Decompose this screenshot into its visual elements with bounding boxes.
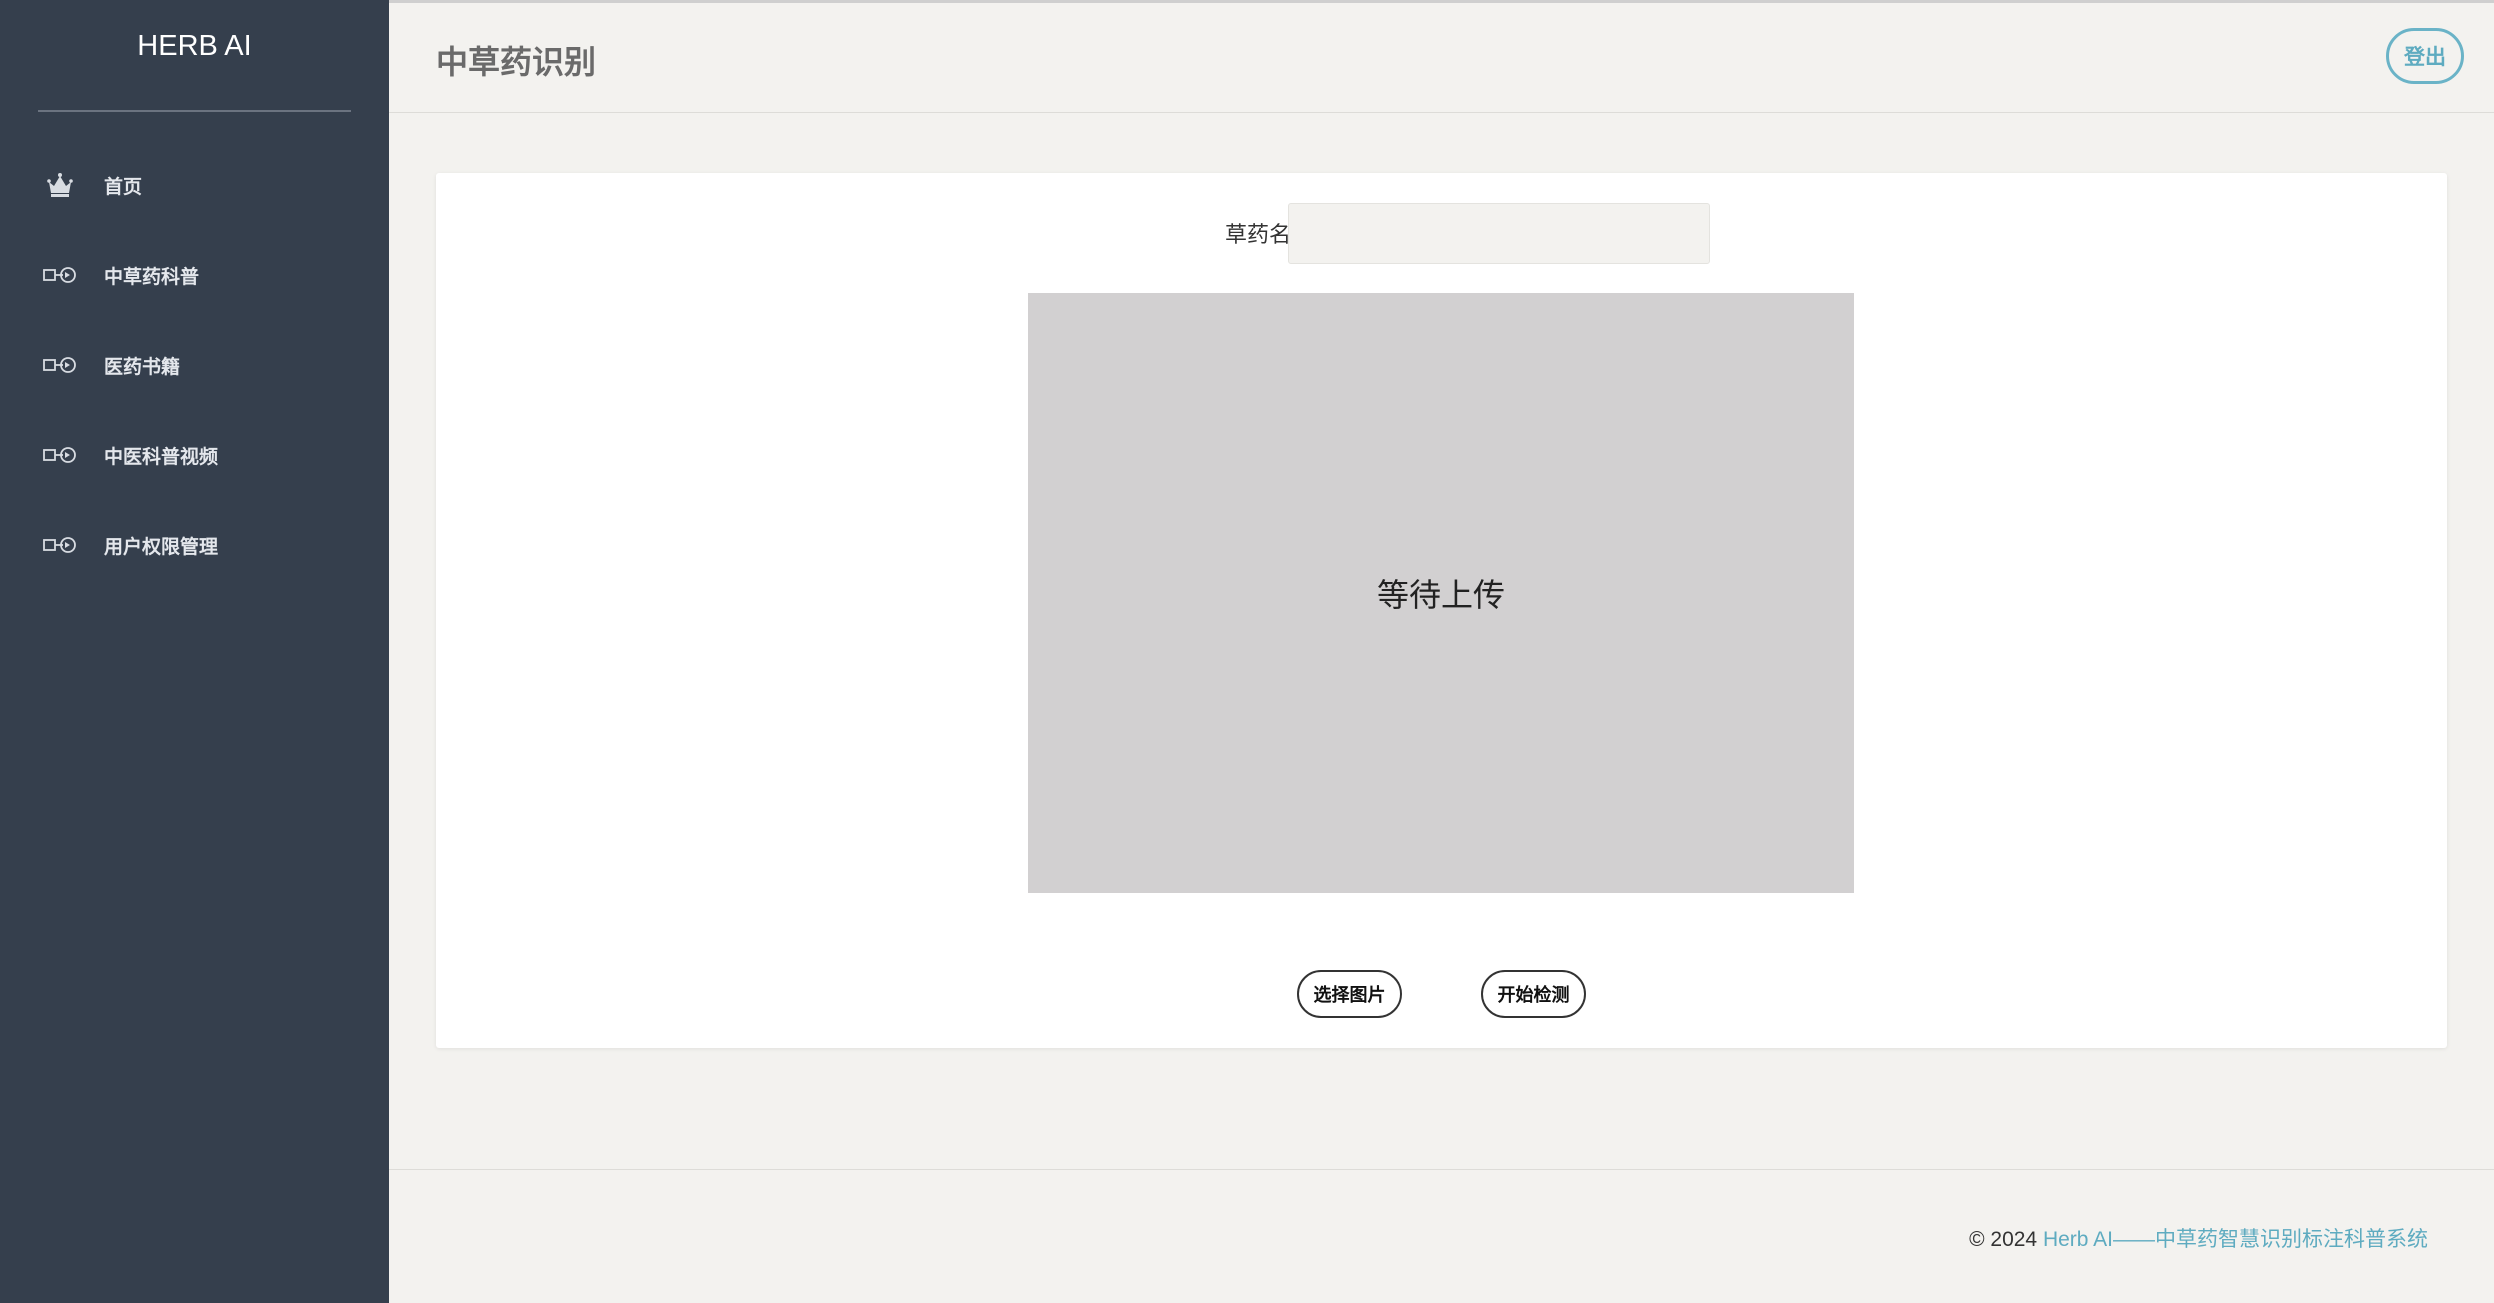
brand-divider: [38, 110, 351, 112]
sidebar-item-label: 首页: [104, 175, 143, 198]
start-detect-button[interactable]: 开始检测: [1481, 970, 1586, 1018]
image-upload-area[interactable]: 等待上传: [1028, 293, 1854, 893]
sidebar-item-label: 中医科普视频: [104, 445, 219, 468]
footer: © 2024 Herb AI——中草药智慧识别标注科普系统: [1969, 1223, 2428, 1253]
sidebar-item-user-permissions[interactable]: 用户权限管理: [0, 500, 389, 590]
footer-divider: [389, 1169, 2494, 1170]
page-title: 中草药识别: [436, 43, 597, 81]
arrow-circle-icon: [42, 440, 78, 470]
top-bar: 中草药识别 登出: [389, 0, 2494, 113]
herb-name-input[interactable]: [1288, 203, 1710, 264]
upload-placeholder-text: 等待上传: [1376, 576, 1505, 614]
sidebar-item-home[interactable]: 首页: [0, 140, 389, 230]
sidebar-item-label: 医药书籍: [104, 355, 181, 378]
recognition-card: 草药名称 等待上传 选择图片 开始检测: [436, 173, 2447, 1048]
arrow-circle-icon: [42, 260, 78, 290]
arrow-circle-icon: [42, 530, 78, 560]
sidebar-item-herb-science[interactable]: 中草药科普: [0, 230, 389, 320]
sidebar-item-tcm-videos[interactable]: 中医科普视频: [0, 410, 389, 500]
logout-button[interactable]: 登出: [2386, 28, 2464, 84]
crown-icon: [42, 170, 78, 200]
sidebar-nav: 首页 中草药科普 医药书籍 中医科普视频 用户权限管理: [0, 140, 389, 590]
footer-link[interactable]: Herb AI——中草药智慧识别标注科普系统: [2043, 1228, 2428, 1251]
sidebar-item-label: 中草药科普: [104, 265, 200, 288]
sidebar: HERB AI 首页 中草药科普 医药书籍 中医科普视频 用户权限管理: [0, 0, 389, 1303]
select-image-button[interactable]: 选择图片: [1297, 970, 1402, 1018]
sidebar-item-label: 用户权限管理: [104, 535, 219, 558]
arrow-circle-icon: [42, 350, 78, 380]
footer-copyright: © 2024: [1969, 1228, 2038, 1251]
sidebar-item-medical-books[interactable]: 医药书籍: [0, 320, 389, 410]
brand-logo[interactable]: HERB AI: [0, 30, 389, 63]
